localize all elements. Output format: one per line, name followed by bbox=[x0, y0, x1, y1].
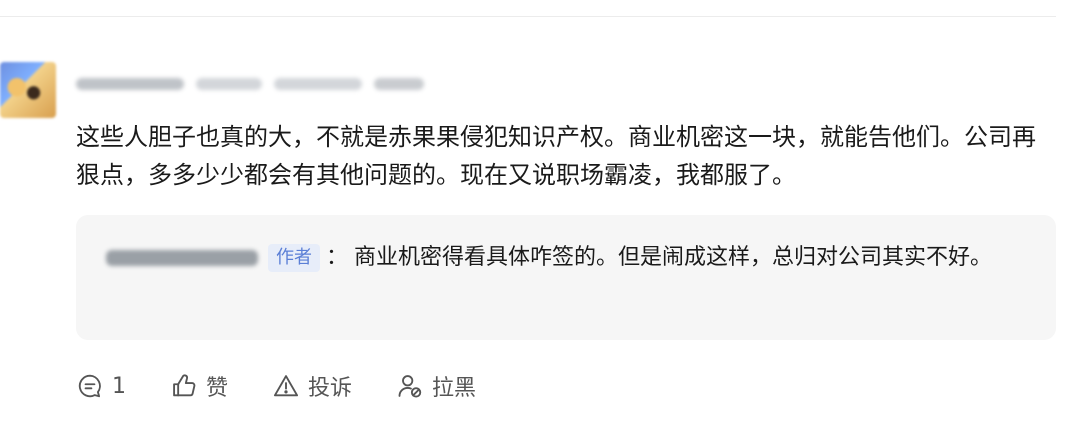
thumbs-up-icon bbox=[173, 374, 196, 397]
comment-meta bbox=[76, 72, 424, 96]
reply-count: 1 bbox=[112, 373, 126, 399]
author-badge: 作者 bbox=[268, 244, 320, 272]
top-divider bbox=[0, 16, 1056, 17]
report-label: 投诉 bbox=[308, 376, 353, 401]
report-button[interactable]: 投诉 bbox=[272, 370, 352, 402]
comment-text: 这些人胆子也真的大，不就是赤果果侵犯知识产权。商业机密这一块，就能告他们。公司再… bbox=[76, 123, 1036, 189]
meta-extra-blurred bbox=[374, 78, 424, 90]
timestamp-blurred bbox=[196, 78, 262, 90]
like-label: 赞 bbox=[206, 376, 229, 401]
like-button[interactable]: 赞 bbox=[170, 370, 228, 402]
avatar[interactable] bbox=[0, 62, 56, 118]
comment-bubble-icon bbox=[78, 374, 101, 398]
user-block-icon bbox=[398, 375, 422, 398]
reply-separator: ： bbox=[326, 245, 349, 270]
block-button[interactable]: 拉黑 bbox=[396, 370, 476, 402]
action-bar: 1 赞 投诉 拉黑 bbox=[76, 366, 476, 406]
username-blurred[interactable] bbox=[76, 78, 184, 90]
block-label: 拉黑 bbox=[432, 376, 477, 401]
reply-button[interactable]: 1 bbox=[76, 372, 126, 400]
reply-text: 商业机密得看具体咋签的。但是闹成这样，总归对公司其实不好。 bbox=[354, 245, 993, 270]
reply-author-blurred[interactable] bbox=[106, 250, 258, 266]
location-blurred bbox=[274, 78, 362, 90]
reply-box: 作者：商业机密得看具体咋签的。但是闹成这样，总归对公司其实不好。 bbox=[76, 215, 1056, 340]
warning-icon bbox=[273, 375, 299, 397]
reply-content: 作者：商业机密得看具体咋签的。但是闹成这样，总归对公司其实不好。 bbox=[104, 239, 1034, 277]
